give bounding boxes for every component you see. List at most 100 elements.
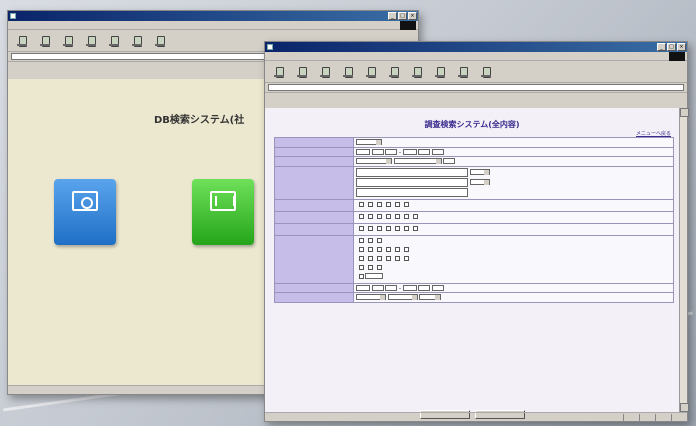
- select-field[interactable]: [469, 169, 490, 175]
- checkbox[interactable]: [359, 264, 364, 270]
- date-field[interactable]: [402, 284, 417, 291]
- checkbox[interactable]: [368, 237, 373, 243]
- toolbar-back-button[interactable]: [16, 35, 28, 47]
- toolbar-mail-button[interactable]: [457, 66, 469, 78]
- checkbox[interactable]: [359, 201, 364, 207]
- checkbox[interactable]: [395, 213, 400, 219]
- checkbox[interactable]: [386, 246, 391, 252]
- checkbox[interactable]: [377, 264, 382, 270]
- date-field[interactable]: [371, 284, 384, 291]
- select-field[interactable]: [387, 294, 418, 300]
- checkbox[interactable]: [368, 264, 373, 270]
- search-icon: [388, 66, 400, 78]
- checkbox[interactable]: [377, 246, 382, 252]
- checkbox[interactable]: [368, 213, 373, 219]
- checkbox[interactable]: [368, 255, 373, 261]
- menu-link[interactable]: メニューへ戻る: [636, 130, 671, 137]
- checkbox[interactable]: [368, 225, 373, 231]
- record-app-button[interactable]: [192, 179, 254, 245]
- toolbar-stop-button[interactable]: [62, 35, 74, 47]
- search-app-button[interactable]: [54, 179, 116, 245]
- checkbox[interactable]: [404, 201, 409, 207]
- date-field[interactable]: [402, 148, 417, 155]
- keyword-input[interactable]: [356, 187, 468, 197]
- toolbar-refresh-button[interactable]: [85, 35, 97, 47]
- date-field[interactable]: [356, 284, 370, 291]
- select-field[interactable]: [356, 294, 386, 300]
- form-row: –: [274, 282, 674, 293]
- checkbox[interactable]: [359, 225, 364, 231]
- text-field[interactable]: [443, 158, 456, 164]
- checkbox[interactable]: [404, 213, 409, 219]
- date-field[interactable]: [385, 284, 398, 291]
- checkbox[interactable]: [395, 246, 400, 252]
- select-field[interactable]: [393, 158, 442, 164]
- form-value: –: [353, 146, 674, 157]
- checkbox[interactable]: [359, 237, 364, 243]
- checkbox[interactable]: [386, 201, 391, 207]
- checkbox[interactable]: [377, 255, 382, 261]
- date-field[interactable]: [371, 148, 384, 155]
- maximize-button[interactable]: □: [398, 12, 407, 20]
- checkbox[interactable]: [359, 255, 364, 261]
- checkbox[interactable]: [395, 225, 400, 231]
- back-icon: [16, 35, 28, 47]
- checkbox[interactable]: [359, 213, 364, 219]
- toolbar-favorites-button[interactable]: [411, 66, 423, 78]
- checkbox[interactable]: [377, 225, 382, 231]
- toolbar-search-button[interactable]: [131, 35, 143, 47]
- date-field[interactable]: [418, 148, 431, 155]
- date-field[interactable]: [385, 148, 398, 155]
- toolbar-stop-button[interactable]: [319, 66, 331, 78]
- date-field[interactable]: [432, 148, 445, 155]
- keyword-input[interactable]: [356, 177, 468, 187]
- toolbar-home-button[interactable]: [365, 66, 377, 78]
- select-field[interactable]: [419, 294, 442, 300]
- keyword-input[interactable]: [356, 167, 468, 177]
- checkbox[interactable]: [395, 255, 400, 261]
- close-button[interactable]: ×: [408, 12, 417, 20]
- checkbox[interactable]: [377, 237, 382, 243]
- select-field[interactable]: [356, 158, 392, 164]
- toolbar-favorites-button[interactable]: [154, 35, 166, 47]
- checkbox[interactable]: [404, 225, 409, 231]
- close-button[interactable]: ×: [677, 43, 686, 51]
- date-field[interactable]: [418, 284, 431, 291]
- checkbox[interactable]: [368, 201, 373, 207]
- checkbox[interactable]: [386, 255, 391, 261]
- checkbox[interactable]: [386, 225, 391, 231]
- minimize-button[interactable]: _: [657, 43, 666, 51]
- toolbar-history-button[interactable]: [434, 66, 446, 78]
- maximize-button[interactable]: □: [667, 43, 676, 51]
- vertical-scrollbar[interactable]: [679, 108, 689, 412]
- select-field[interactable]: [469, 179, 490, 185]
- form-row: [274, 234, 674, 284]
- checkbox[interactable]: [404, 246, 409, 252]
- toolbar-back-button[interactable]: [273, 66, 285, 78]
- minimize-button[interactable]: _: [388, 12, 397, 20]
- toolbar-forward-button[interactable]: [296, 66, 308, 78]
- checkbox[interactable]: [377, 213, 382, 219]
- text-field[interactable]: [365, 273, 383, 279]
- toolbar-print-button[interactable]: [480, 66, 492, 78]
- checkbox[interactable]: [413, 225, 418, 231]
- checkbox[interactable]: [413, 213, 418, 219]
- checkbox[interactable]: [377, 201, 382, 207]
- toolbar-refresh-button[interactable]: [342, 66, 354, 78]
- favorites-icon: [154, 35, 166, 47]
- checkbox[interactable]: [386, 213, 391, 219]
- select-field[interactable]: [356, 139, 382, 145]
- checkbox[interactable]: [368, 246, 373, 252]
- toolbar-home-button[interactable]: [108, 35, 120, 47]
- form-row: [274, 210, 674, 224]
- address-input[interactable]: [268, 84, 684, 91]
- checkbox[interactable]: [359, 273, 364, 279]
- date-field[interactable]: [356, 148, 370, 155]
- checkbox[interactable]: [359, 246, 364, 252]
- toolbar-forward-button[interactable]: [39, 35, 51, 47]
- form-row: [274, 156, 674, 167]
- date-field[interactable]: [432, 284, 445, 291]
- checkbox[interactable]: [395, 201, 400, 207]
- toolbar-search-button[interactable]: [388, 66, 400, 78]
- checkbox[interactable]: [404, 255, 409, 261]
